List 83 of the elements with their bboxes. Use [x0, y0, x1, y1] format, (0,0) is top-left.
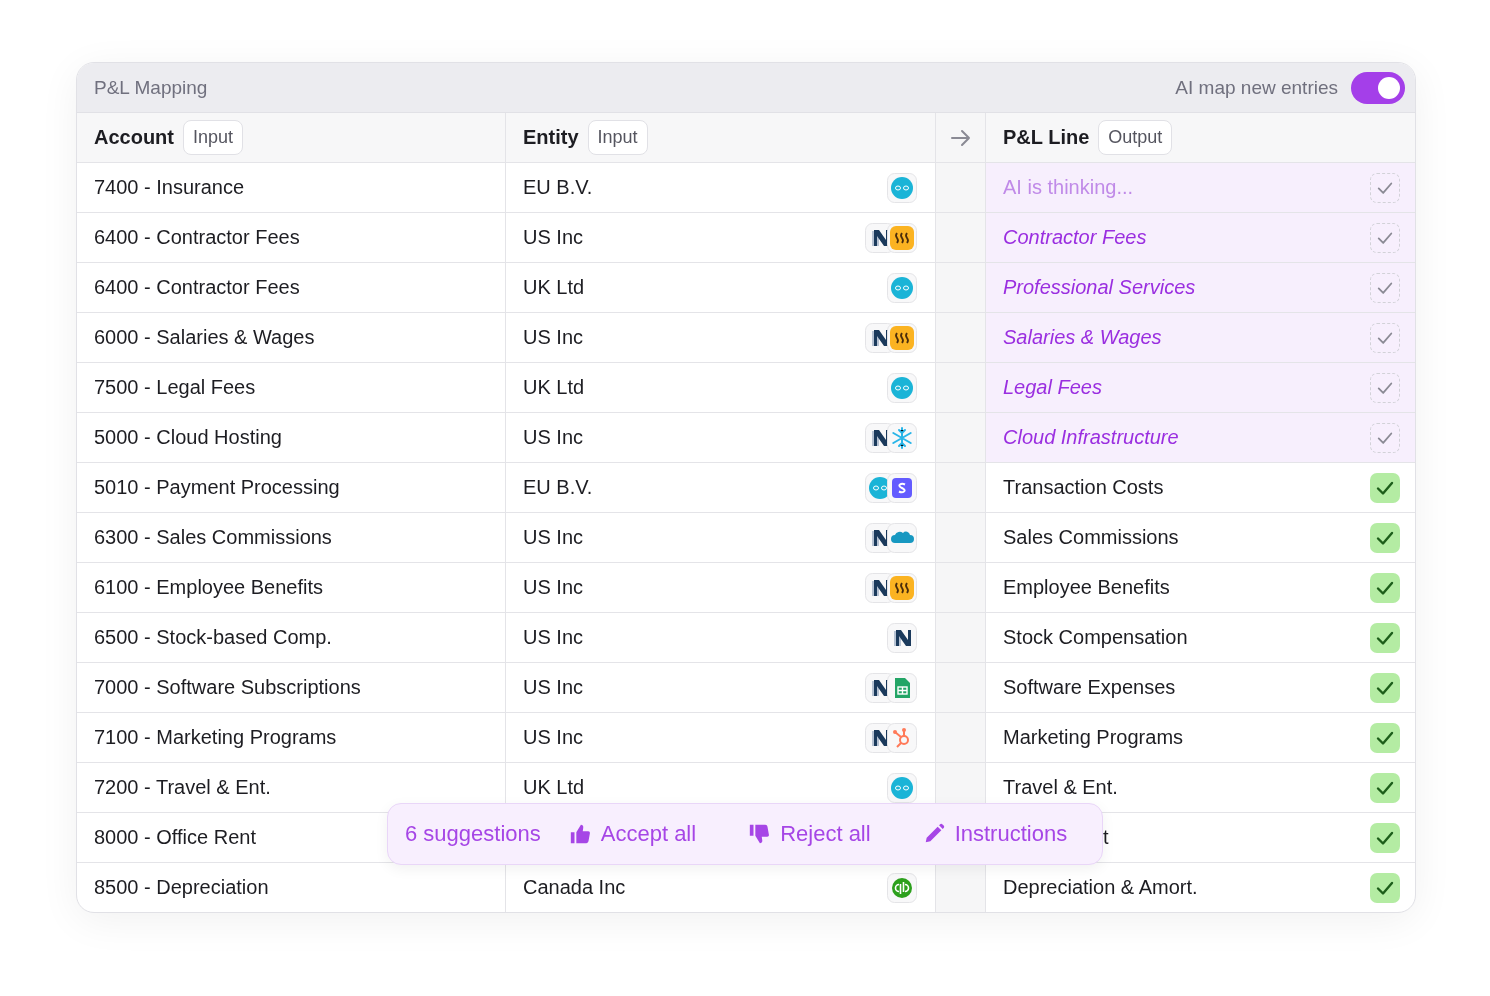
pl-line-name: Transaction Costs: [1003, 476, 1164, 499]
pl-line-name: AI is thinking...: [1003, 176, 1134, 199]
table-cell: 7500 - Legal Fees: [77, 363, 506, 413]
checkbox[interactable]: [1370, 672, 1400, 703]
curve-logo-icon: [887, 472, 917, 503]
circle-logo-icon: [887, 172, 917, 203]
pl-line-name: Cloud Infrastructure: [1003, 426, 1179, 449]
entity-name: US Inc: [523, 326, 584, 349]
sprocket-icon: [887, 722, 917, 753]
toggle-switch[interactable]: [1351, 71, 1405, 104]
table-cell: 6300 - Sales Commissions: [77, 513, 506, 563]
ring-logo-icon: [887, 872, 917, 903]
spreadsheet-icon: [887, 672, 917, 703]
entity-name: Canada Inc: [523, 876, 626, 899]
entity-name: EU B.V.: [523, 176, 593, 199]
checkbox[interactable]: [1370, 172, 1400, 203]
entity-name: US Inc: [523, 726, 584, 749]
entity-name: UK Ltd: [523, 776, 585, 799]
checkbox[interactable]: [1370, 822, 1400, 853]
checkbox[interactable]: [1370, 372, 1400, 403]
checkbox[interactable]: [1370, 722, 1400, 753]
table-cell: 6400 - Contractor Fees: [77, 263, 506, 313]
pl-line-name: Depreciation & Amort.: [1003, 876, 1198, 899]
waves-logo-icon: [887, 572, 917, 603]
table-cell: 6400 - Contractor Fees: [77, 213, 506, 263]
pl-line-name: Sales Commissions: [1003, 526, 1179, 549]
pl-line-name: Legal Fees: [1003, 376, 1102, 399]
checkbox[interactable]: [1370, 472, 1400, 503]
entity-name: US Inc: [523, 676, 584, 699]
panel-title: P&L Mapping: [94, 76, 209, 99]
waves-logo-icon: [887, 222, 917, 253]
entity-name: US Inc: [523, 576, 584, 599]
toggle-label: AI map new entries: [1175, 76, 1338, 99]
cloud-icon: [887, 522, 917, 553]
entity-name: US Inc: [523, 426, 584, 449]
entity-name: UK Ltd: [523, 276, 585, 299]
column-tag: Input: [183, 120, 244, 155]
checkbox[interactable]: [1370, 272, 1400, 303]
table-cell: 7400 - Insurance: [77, 163, 506, 213]
pl-line-name: Software Expenses: [1003, 676, 1176, 699]
snowflake-icon: [887, 422, 917, 453]
table-cell: 5000 - Cloud Hosting: [77, 413, 506, 463]
checkbox[interactable]: [1370, 522, 1400, 553]
entity-name: US Inc: [523, 526, 584, 549]
thumbs-down-icon: [748, 823, 771, 845]
table-cell: 7100 - Marketing Programs: [77, 713, 506, 763]
pl-line-name: Salaries & Wages: [1003, 326, 1162, 349]
entity-name: UK Ltd: [523, 376, 585, 399]
entity-name: EU B.V.: [523, 476, 593, 499]
checkbox[interactable]: [1370, 422, 1400, 453]
column-tag: Input: [587, 120, 648, 155]
table-cell: 6000 - Salaries & Wages: [77, 313, 506, 363]
reject-all-button[interactable]: Reject all: [742, 821, 877, 847]
pl-line-name: Travel & Ent.: [1003, 776, 1118, 799]
column-header: Account: [94, 126, 174, 149]
column-header: Entity: [523, 126, 579, 149]
pl-line-name: Professional Services: [1003, 276, 1196, 299]
checkbox[interactable]: [1370, 222, 1400, 253]
circle-logo-icon: [887, 372, 917, 403]
checkbox[interactable]: [1370, 322, 1400, 353]
thumbs-up-icon: [568, 823, 591, 845]
checkbox[interactable]: [1370, 772, 1400, 803]
table-cell: 7000 - Software Subscriptions: [77, 663, 506, 713]
instructions-button[interactable]: Instructions: [916, 821, 1074, 847]
table-cell: 6100 - Employee Benefits: [77, 563, 506, 613]
pl-line-name: Marketing Programs: [1003, 726, 1184, 749]
blocks-logo-icon: [887, 622, 917, 653]
waves-logo-icon: [887, 322, 917, 353]
column-header: P&L Line: [1003, 126, 1090, 149]
pl-line-name: t: [1103, 826, 1109, 849]
checkbox[interactable]: [1370, 622, 1400, 653]
checkbox[interactable]: [1370, 572, 1400, 603]
circle-logo-icon: [887, 272, 917, 303]
entity-name: US Inc: [523, 226, 584, 249]
checkbox[interactable]: [1370, 872, 1400, 903]
pl-line-name: Contractor Fees: [1003, 226, 1147, 249]
entity-name: US Inc: [523, 626, 584, 649]
column-tag: Output: [1098, 120, 1173, 155]
accept-all-button[interactable]: Accept all: [562, 821, 703, 847]
table-cell: 5010 - Payment Processing: [77, 463, 506, 513]
pl-line-name: Employee Benefits: [1003, 576, 1170, 599]
table-cell: 6500 - Stock-based Comp.: [77, 613, 506, 663]
pl-line-name: Stock Compensation: [1003, 626, 1188, 649]
